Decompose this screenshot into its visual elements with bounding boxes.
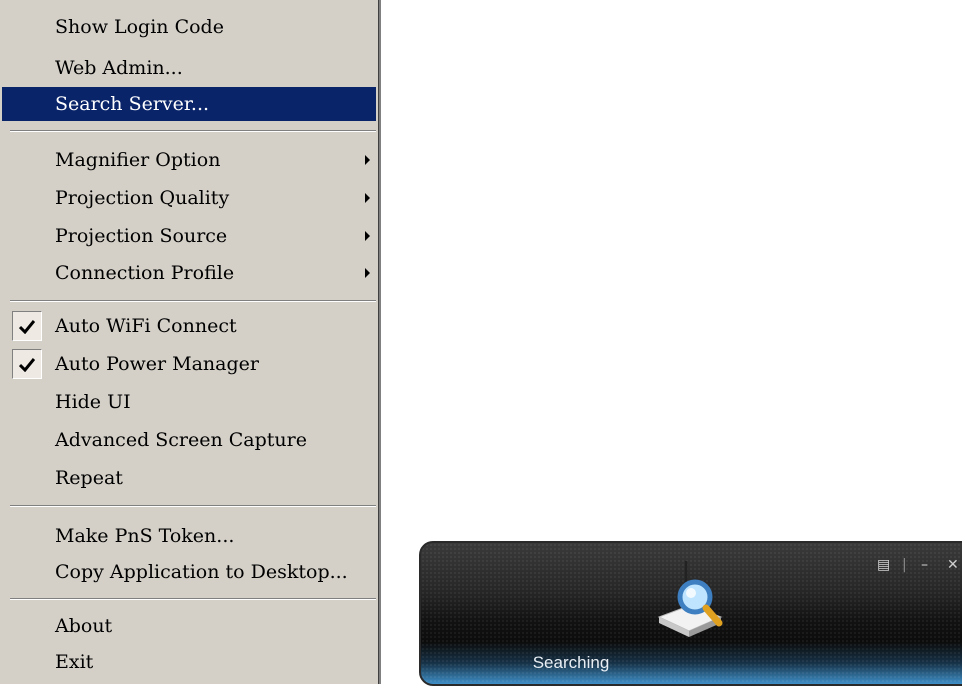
menu-icon[interactable]: ▤ — [877, 557, 890, 573]
menu-item-copy-application-to-desktop[interactable]: Copy Application to Desktop... — [2, 555, 376, 589]
status-text: Searching — [532, 653, 610, 672]
menu-item-label: Projection Source — [55, 225, 228, 247]
menu-item-auto-power-manager[interactable]: Auto Power Manager — [2, 347, 376, 381]
menu-item-advanced-screen-capture[interactable]: Advanced Screen Capture — [2, 423, 376, 457]
checkmark-icon — [12, 349, 42, 379]
menu-item-label: Web Admin... — [55, 57, 183, 79]
menu-item-hide-ui[interactable]: Hide UI — [2, 385, 376, 419]
menu-item-label: Search Server... — [55, 93, 210, 115]
menu-item-show-login-code[interactable]: Show Login Code — [2, 10, 376, 44]
search-device-icon — [657, 561, 723, 637]
menu-item-label: Advanced Screen Capture — [55, 429, 308, 451]
checkmark-icon — [12, 311, 42, 341]
menu-item-label: Magnifier Option — [55, 149, 221, 171]
menu-item-search-server[interactable]: Search Server... — [2, 87, 376, 121]
searching-widget: ▤ | – ✕ Searching — [419, 541, 962, 686]
menu-item-label: Hide UI — [55, 391, 131, 413]
menu-item-label: Show Login Code — [55, 16, 224, 38]
menu-item-label: Auto Power Manager — [55, 353, 259, 375]
menu-item-label: Repeat — [55, 467, 123, 489]
menu-item-label: Make PnS Token... — [55, 525, 235, 547]
submenu-arrow-icon — [365, 231, 370, 241]
menu-separator — [10, 300, 376, 302]
menu-item-make-pns-token[interactable]: Make PnS Token... — [2, 519, 376, 553]
menu-item-label: About — [55, 615, 113, 637]
menu-item-projection-source[interactable]: Projection Source — [2, 219, 376, 253]
menu-item-repeat[interactable]: Repeat — [2, 461, 376, 495]
submenu-arrow-icon — [365, 268, 370, 278]
control-divider: | — [902, 557, 907, 573]
submenu-arrow-icon — [365, 193, 370, 203]
menu-item-projection-quality[interactable]: Projection Quality — [2, 181, 376, 215]
menu-item-label: Connection Profile — [55, 262, 235, 284]
submenu-arrow-icon — [365, 155, 370, 165]
menu-separator — [10, 130, 376, 132]
minimize-icon[interactable]: – — [921, 557, 928, 573]
menu-separator — [10, 598, 376, 600]
close-icon[interactable]: ✕ — [947, 557, 959, 573]
menu-item-web-admin[interactable]: Web Admin... — [2, 51, 376, 85]
menu-item-auto-wifi-connect[interactable]: Auto WiFi Connect — [2, 309, 376, 343]
menu-item-connection-profile[interactable]: Connection Profile — [2, 256, 376, 290]
menu-item-magnifier-option[interactable]: Magnifier Option — [2, 143, 376, 177]
context-menu: Show Login Code Web Admin... Search Serv… — [0, 0, 381, 684]
menu-separator — [10, 505, 376, 507]
menu-item-label: Auto WiFi Connect — [55, 315, 237, 337]
menu-item-exit[interactable]: Exit — [2, 645, 376, 679]
menu-item-label: Copy Application to Desktop... — [55, 561, 348, 583]
menu-item-about[interactable]: About — [2, 609, 376, 643]
menu-item-label: Projection Quality — [55, 187, 230, 209]
menu-item-label: Exit — [55, 651, 94, 673]
